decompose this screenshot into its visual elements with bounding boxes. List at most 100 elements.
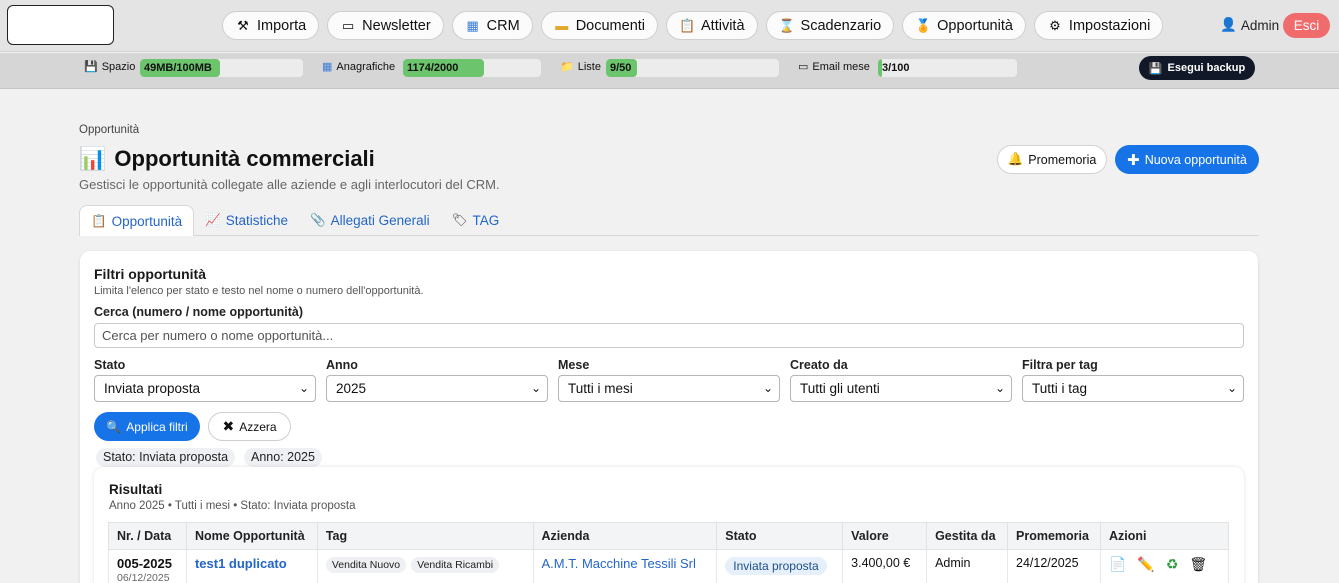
chevron-down-icon: ⌄ xyxy=(1226,381,1237,395)
mese-label: Mese xyxy=(558,358,590,372)
company-link[interactable]: A.M.T. Macchine Tessili Srl xyxy=(542,556,696,571)
table-row: 005-2025 06/12/2025 test1 duplicato Vendi… xyxy=(108,549,1230,583)
nav-label: Scadenzario xyxy=(800,17,882,34)
bell-icon: 🔔 xyxy=(1007,152,1024,166)
opportunity-link[interactable]: test1 duplicato xyxy=(195,556,287,571)
tab-allegati[interactable]: 📎 Allegati Generali xyxy=(299,205,441,236)
anno-value: 2025 xyxy=(336,381,367,396)
column-header[interactable]: Tag xyxy=(316,522,534,550)
tag-icon: 🏷 xyxy=(451,213,468,227)
chevron-down-icon: ⌄ xyxy=(994,381,1005,395)
stato-value: Inviata proposta xyxy=(104,381,201,396)
stato-label: Stato xyxy=(94,358,126,372)
mese-select[interactable]: Tutti i mesi ⌄ xyxy=(558,375,780,402)
quota-anagrafiche-track: 1174/2000 xyxy=(403,59,541,77)
nav-label: Opportunità xyxy=(937,17,1013,34)
paperclip-icon: 📎 xyxy=(309,213,326,227)
search-icon: 🔍 xyxy=(106,419,122,434)
reminder-button[interactable]: 🔔 Promemoria xyxy=(997,145,1107,174)
nav-opportunita-button[interactable]: 🏅 Opportunità xyxy=(902,11,1026,40)
crm-icon: ▦ xyxy=(466,17,479,33)
column-header[interactable]: Promemoria xyxy=(1007,522,1101,550)
creato-da-select[interactable]: Tutti gli utenti ⌄ xyxy=(790,375,1012,402)
column-header[interactable]: Azienda xyxy=(532,522,718,550)
results-table: Nr. / Data Nome Opportunità Tag Azienda … xyxy=(108,522,1230,583)
new-opportunity-button[interactable]: ✚ Nuova opportunità xyxy=(1115,145,1259,174)
document-icon[interactable]: 📄 xyxy=(1109,556,1126,573)
tag-filter-select[interactable]: Tutti i tag ⌄ xyxy=(1022,375,1244,402)
nav-importa-button[interactable]: ⚒ Importa xyxy=(222,11,320,40)
nav-label: Importa xyxy=(257,17,307,34)
column-header[interactable]: Nr. / Data xyxy=(108,522,187,550)
quota-email-track: 3/100 xyxy=(878,59,1017,77)
tab-opportunita[interactable]: 📋 Opportunità xyxy=(79,205,195,236)
nav-crm-button[interactable]: ▦ CRM xyxy=(451,11,533,40)
quota-label: Spazio xyxy=(101,60,136,73)
cell-reminder: 24/12/2025 xyxy=(1007,549,1101,583)
pencil-icon[interactable]: ✏️ xyxy=(1137,556,1154,573)
clipboard-icon: 📋 xyxy=(679,17,696,33)
quota-anagrafiche: ▦ Anagrafiche xyxy=(322,60,396,74)
main-nav: ⚒ Importa ▭ Newsletter ▦ CRM ▬ Documenti 📋 At… xyxy=(222,11,1164,40)
column-header[interactable]: Nome Opportunità xyxy=(185,522,318,550)
tag-filter-value: Tutti i tag xyxy=(1032,381,1088,396)
floppy-icon: 💾 xyxy=(1148,62,1163,75)
cell-tags: Vendita Nuovo Vendita Ricambi xyxy=(316,549,534,583)
quota-value: 1174/2000 xyxy=(407,62,459,74)
quota-label: Anagrafiche xyxy=(336,60,396,73)
cell-actions: 📄 ✏️ ♻ 🗑 xyxy=(1099,549,1230,583)
reset-filters-button[interactable]: ✖ Azzera xyxy=(208,412,291,441)
chevron-down-icon: ⌄ xyxy=(762,381,773,395)
tag-badge: Vendita Ricambi xyxy=(411,557,500,573)
user-menu[interactable]: 👤 Admin xyxy=(1220,17,1279,33)
logout-button[interactable]: Esci xyxy=(1283,13,1330,38)
table-header-row: Nr. / Data Nome Opportunità Tag Azienda … xyxy=(108,522,1230,550)
quota-liste-track: 9/50 xyxy=(606,59,779,77)
nav-impostazioni-button[interactable]: ⚙ Impostazioni xyxy=(1033,11,1164,40)
anno-label: Anno xyxy=(326,358,358,372)
search-input[interactable]: Cerca per numero o nome opportunità... xyxy=(94,323,1244,348)
quota-label: Email mese xyxy=(812,60,870,73)
plus-icon: ✚ xyxy=(1127,151,1140,169)
chevron-down-icon: ⌄ xyxy=(530,381,541,395)
nav-label: Newsletter xyxy=(362,17,431,34)
nav-attivita-button[interactable]: 📋 Attività xyxy=(666,11,758,40)
nav-newsletter-button[interactable]: ▭ Newsletter xyxy=(327,11,444,40)
medal-icon: 🏅 xyxy=(915,17,932,33)
stato-select[interactable]: Inviata proposta ⌄ xyxy=(94,375,316,402)
tab-tag[interactable]: 🏷 TAG xyxy=(441,205,511,236)
quota-spazio: 💾 Spazio xyxy=(84,60,136,74)
status-badge: Inviata proposta xyxy=(725,557,827,575)
column-header[interactable]: Stato xyxy=(716,522,844,550)
bar-chart-icon: 📊 xyxy=(79,146,107,171)
tab-statistiche[interactable]: 📈 Statistiche xyxy=(194,205,299,236)
trash-icon[interactable]: 🗑 xyxy=(1189,556,1207,573)
column-header[interactable]: Gestita da xyxy=(926,522,1009,550)
mail-icon: ▭ xyxy=(798,61,809,73)
nav-label: CRM xyxy=(486,17,520,34)
quota-value: 49MB/100MB xyxy=(144,62,212,74)
cell-managed-by: Admin xyxy=(926,549,1009,583)
nav-scadenzario-button[interactable]: ⌛ Scadenzario xyxy=(765,11,895,40)
close-icon: ✖ xyxy=(222,418,235,434)
top-navbar: ⚒ Importa ▭ Newsletter ▦ CRM ▬ Documenti 📋 At… xyxy=(0,0,1339,52)
user-icon: 👤 xyxy=(1220,17,1237,32)
apply-label: Applica filtri xyxy=(126,419,188,434)
creato-da-value: Tutti gli utenti xyxy=(800,381,880,396)
results-title: Risultati xyxy=(109,482,163,497)
breadcrumb[interactable]: Opportunità xyxy=(79,124,139,136)
gear-icon: ⚙ xyxy=(1049,17,1061,33)
nav-label: Documenti xyxy=(575,17,646,34)
backup-button[interactable]: 💾 Esegui backup xyxy=(1139,56,1255,80)
recycle-icon[interactable]: ♻ xyxy=(1166,556,1179,573)
filters-description: Limita l'elenco per stato e testo nel no… xyxy=(94,285,424,297)
tab-label: Opportunità xyxy=(111,213,183,229)
apply-filters-button[interactable]: 🔍 Applica filtri xyxy=(94,412,200,441)
page-title-text: Opportunità commerciali xyxy=(114,146,375,171)
anno-select[interactable]: 2025 ⌄ xyxy=(326,375,548,402)
hourglass-icon: ⌛ xyxy=(778,17,795,33)
nav-documenti-button[interactable]: ▬ Documenti xyxy=(540,11,659,40)
app-logo[interactable] xyxy=(7,5,114,45)
column-header[interactable]: Valore xyxy=(842,522,928,550)
backup-label: Esegui backup xyxy=(1167,62,1246,74)
